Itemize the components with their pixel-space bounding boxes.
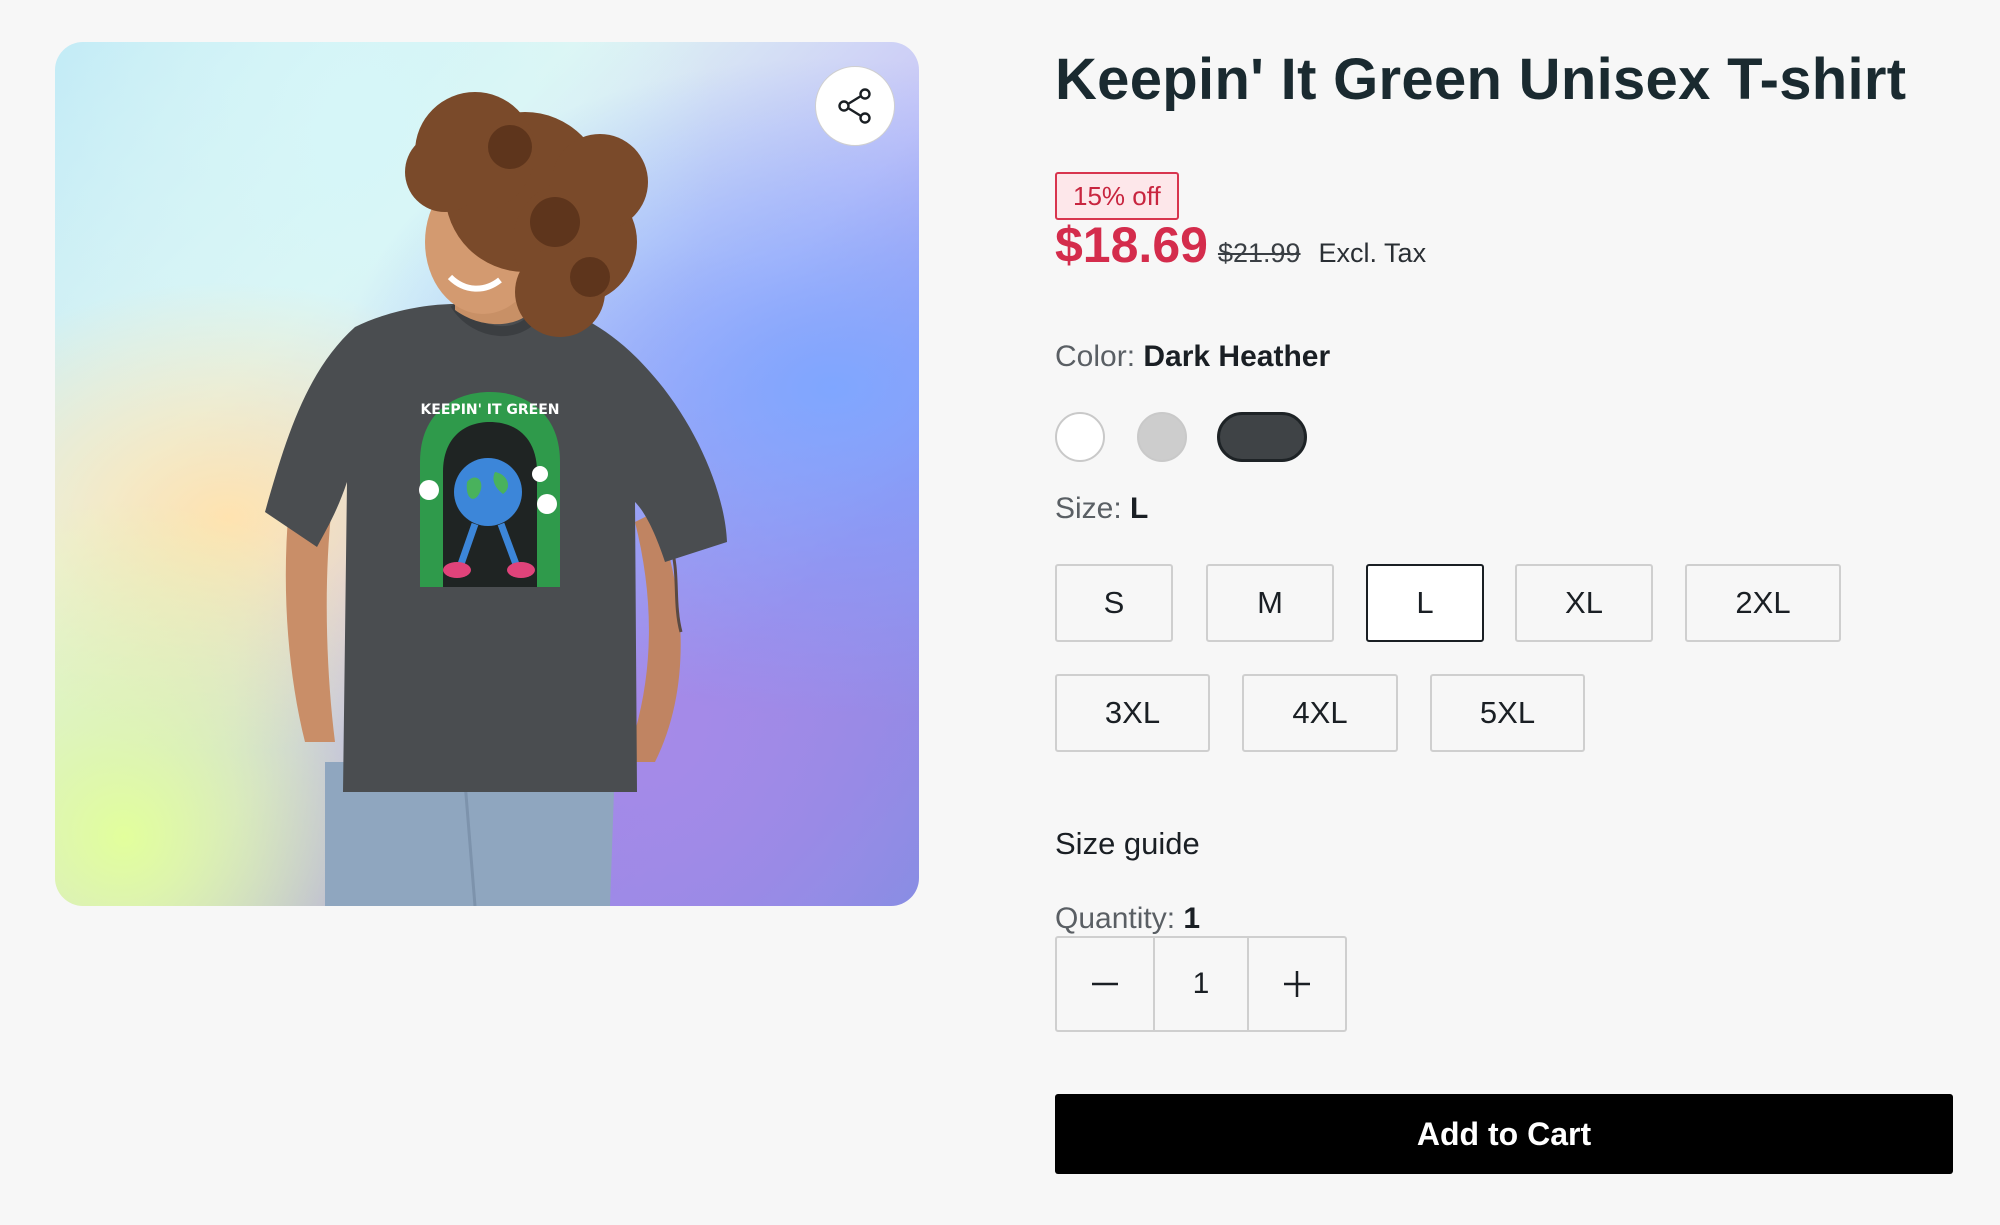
share-button[interactable] (815, 66, 895, 146)
discount-badge: 15% off (1055, 172, 1179, 220)
share-icon (838, 88, 871, 124)
quantity-label: Quantity: (1055, 902, 1176, 935)
quantity-stepper: 1 (1055, 936, 1347, 1032)
size-label-row: Size: L (1055, 492, 1148, 526)
swatch-light-gray[interactable] (1137, 412, 1187, 462)
swatch-dark-heather[interactable] (1217, 412, 1307, 462)
product-title: Keepin' It Green Unisex T-shirt (1055, 47, 1907, 112)
size-option-5xl[interactable]: 5XL (1430, 674, 1585, 752)
color-label-row: Color: Dark Heather (1055, 340, 1330, 374)
plus-icon (1284, 971, 1310, 997)
product-photo: KEEPIN' IT GREEN (265, 92, 727, 906)
size-option-2xl[interactable]: 2XL (1685, 564, 1841, 642)
color-swatches (1055, 412, 1307, 462)
quantity-increase-button[interactable] (1249, 938, 1345, 1030)
sale-price: $18.69 (1055, 217, 1208, 273)
size-option-l[interactable]: L (1366, 564, 1484, 642)
original-price: $21.99 (1217, 238, 1301, 268)
quantity-input[interactable]: 1 (1153, 938, 1249, 1030)
size-option-xl[interactable]: XL (1515, 564, 1653, 642)
add-to-cart-button[interactable]: Add to Cart (1055, 1094, 1953, 1174)
minus-icon (1092, 982, 1118, 986)
product-info: Keepin' It Green Unisex T-shirt 15% off … (1055, 40, 1955, 1174)
size-option-4xl[interactable]: 4XL (1242, 674, 1398, 752)
product-image-panel: KEEPIN' IT GREEN (55, 42, 919, 906)
size-selected-value: L (1130, 492, 1149, 525)
size-label: Size: (1055, 492, 1122, 525)
size-option-m[interactable]: M (1206, 564, 1334, 642)
tax-note: Excl. Tax (1318, 238, 1427, 268)
quantity-label-row: Quantity: 1 (1055, 902, 1200, 936)
size-option-s[interactable]: S (1055, 564, 1173, 642)
quantity-value: 1 (1183, 902, 1201, 935)
size-guide-link[interactable]: Size guide (1055, 826, 1200, 862)
color-label: Color: (1055, 340, 1136, 373)
quantity-decrease-button[interactable] (1057, 938, 1153, 1030)
size-option-3xl[interactable]: 3XL (1055, 674, 1210, 752)
shirt-print-text: KEEPIN' IT GREEN (420, 402, 559, 418)
color-selected-value: Dark Heather (1143, 340, 1331, 373)
swatch-white[interactable] (1055, 412, 1105, 462)
price-row: $18.69 $21.99 Excl. Tax (1055, 216, 1426, 274)
